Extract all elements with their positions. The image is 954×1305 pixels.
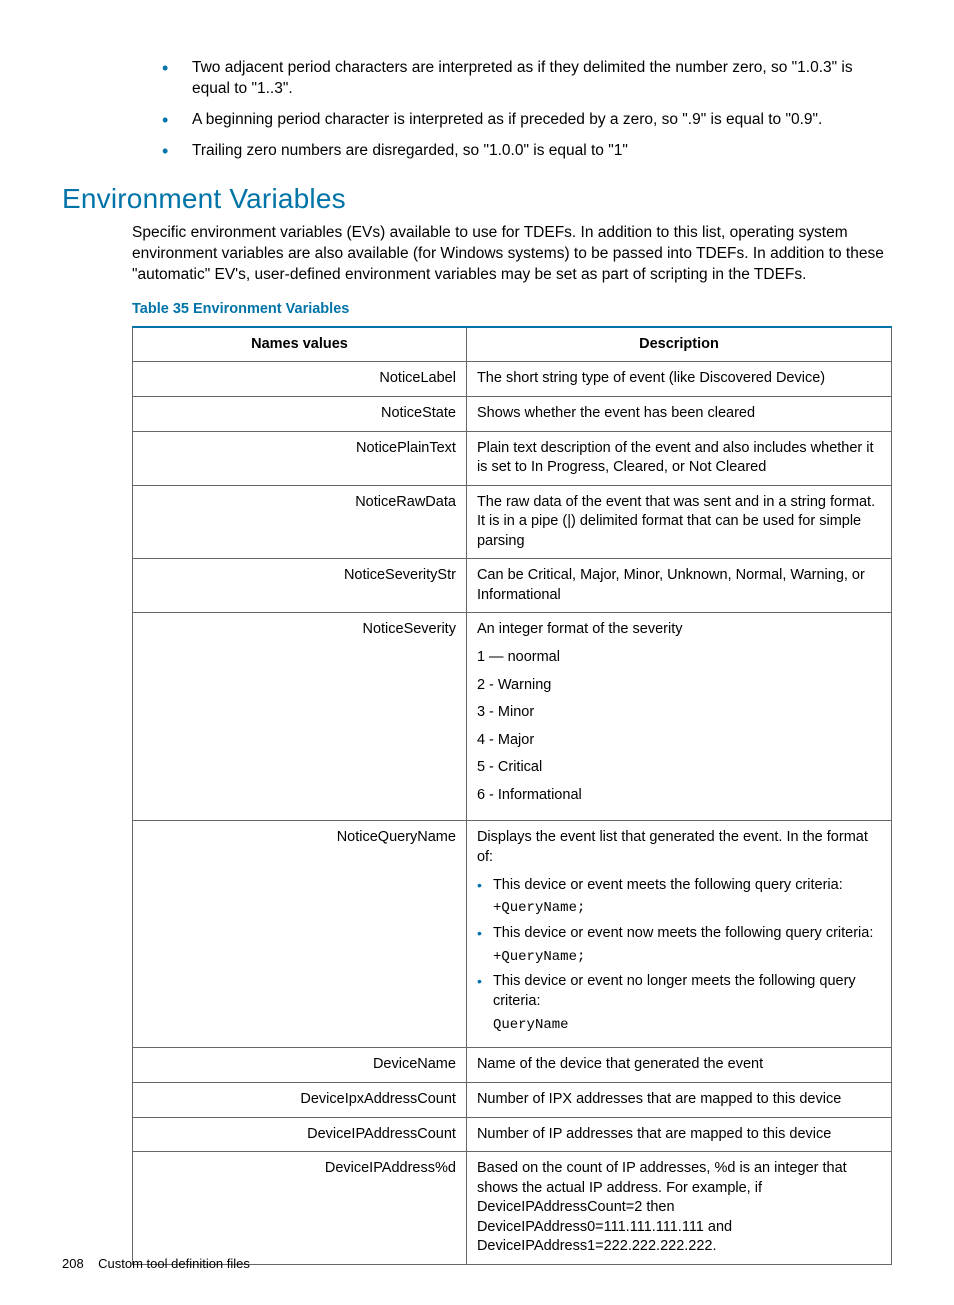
intro-bullet-list: Two adjacent period characters are inter… xyxy=(62,58,892,162)
item-code: QueryName xyxy=(493,1016,881,1035)
cell-desc: The short string type of event (like Dis… xyxy=(466,362,891,397)
cell-name: NoticePlainText xyxy=(133,431,467,485)
cell-desc: An integer format of the severity 1 — no… xyxy=(466,613,891,821)
severity-line: 2 - Warning xyxy=(477,676,881,696)
section-heading: Environment Variables xyxy=(62,180,892,218)
cell-desc: Name of the device that generated the ev… xyxy=(466,1048,891,1083)
cell-desc: The raw data of the event that was sent … xyxy=(466,485,891,559)
table-row: DeviceIpxAddressCount Number of IPX addr… xyxy=(133,1082,892,1117)
footer-title: Custom tool definition files xyxy=(98,1256,250,1271)
cell-desc: Based on the count of IP addresses, %d i… xyxy=(466,1152,891,1265)
cell-name: NoticeLabel xyxy=(133,362,467,397)
column-header-desc: Description xyxy=(466,327,891,362)
cell-name: NoticeSeverity xyxy=(133,613,467,821)
item-code: +QueryName; xyxy=(493,899,881,918)
desc-lead: Displays the event list that generated t… xyxy=(477,829,868,865)
severity-lines: 1 — noormal 2 - Warning 3 - Minor 4 - Ma… xyxy=(477,648,881,805)
list-item: This device or event no longer meets the… xyxy=(477,972,881,1034)
table-row: NoticeSeverity An integer format of the … xyxy=(133,613,892,821)
page-number: 208 xyxy=(62,1256,84,1271)
cell-desc: Shows whether the event has been cleared xyxy=(466,396,891,431)
cell-name: NoticeState xyxy=(133,396,467,431)
column-header-names: Names values xyxy=(133,327,467,362)
table-header-row: Names values Description xyxy=(133,327,892,362)
severity-line: 6 - Informational xyxy=(477,786,881,806)
table-row: DeviceIPAddress%d Based on the count of … xyxy=(133,1152,892,1265)
table-row: DeviceName Name of the device that gener… xyxy=(133,1048,892,1083)
item-text: This device or event no longer meets the… xyxy=(493,973,856,1009)
list-item: This device or event meets the following… xyxy=(477,876,881,918)
cell-name: DeviceIpxAddressCount xyxy=(133,1082,467,1117)
severity-line: 1 — noormal xyxy=(477,648,881,668)
cell-name: NoticeRawData xyxy=(133,485,467,559)
bullet-text: Trailing zero numbers are disregarded, s… xyxy=(192,142,628,159)
bullet-text: A beginning period character is interpre… xyxy=(192,111,822,128)
query-format-list: This device or event meets the following… xyxy=(477,876,881,1035)
cell-desc: Plain text description of the event and … xyxy=(466,431,891,485)
item-code: +QueryName; xyxy=(493,948,881,967)
item-text: This device or event meets the following… xyxy=(493,877,843,893)
list-item: Two adjacent period characters are inter… xyxy=(162,58,892,100)
table-row: NoticeState Shows whether the event has … xyxy=(133,396,892,431)
list-item: Trailing zero numbers are disregarded, s… xyxy=(162,141,892,162)
document-page: Two adjacent period characters are inter… xyxy=(0,0,954,1305)
cell-name: DeviceIPAddressCount xyxy=(133,1117,467,1152)
cell-desc: Can be Critical, Major, Minor, Unknown, … xyxy=(466,559,891,613)
list-item: This device or event now meets the follo… xyxy=(477,924,881,966)
intro-paragraph: Specific environment variables (EVs) ava… xyxy=(62,223,892,286)
cell-name: DeviceName xyxy=(133,1048,467,1083)
cell-name: NoticeSeverityStr xyxy=(133,559,467,613)
severity-line: 3 - Minor xyxy=(477,703,881,723)
table-row: NoticeRawData The raw data of the event … xyxy=(133,485,892,559)
table-row: DeviceIPAddressCount Number of IP addres… xyxy=(133,1117,892,1152)
table-caption: Table 35 Environment Variables xyxy=(62,300,892,320)
page-footer: 208 Custom tool definition files xyxy=(62,1255,250,1273)
cell-desc: Displays the event list that generated t… xyxy=(466,821,891,1048)
desc-lead: An integer format of the severity xyxy=(477,621,683,637)
cell-name: NoticeQueryName xyxy=(133,821,467,1048)
table-row: NoticePlainText Plain text description o… xyxy=(133,431,892,485)
severity-line: 4 - Major xyxy=(477,731,881,751)
item-text: This device or event now meets the follo… xyxy=(493,925,873,941)
cell-desc: Number of IPX addresses that are mapped … xyxy=(466,1082,891,1117)
severity-line: 5 - Critical xyxy=(477,758,881,778)
cell-name: DeviceIPAddress%d xyxy=(133,1152,467,1265)
env-variables-table: Names values Description NoticeLabel The… xyxy=(132,326,892,1265)
bullet-text: Two adjacent period characters are inter… xyxy=(192,59,853,97)
table-row: NoticeLabel The short string type of eve… xyxy=(133,362,892,397)
cell-desc: Number of IP addresses that are mapped t… xyxy=(466,1117,891,1152)
table-row: NoticeSeverityStr Can be Critical, Major… xyxy=(133,559,892,613)
list-item: A beginning period character is interpre… xyxy=(162,110,892,131)
table-row: NoticeQueryName Displays the event list … xyxy=(133,821,892,1048)
